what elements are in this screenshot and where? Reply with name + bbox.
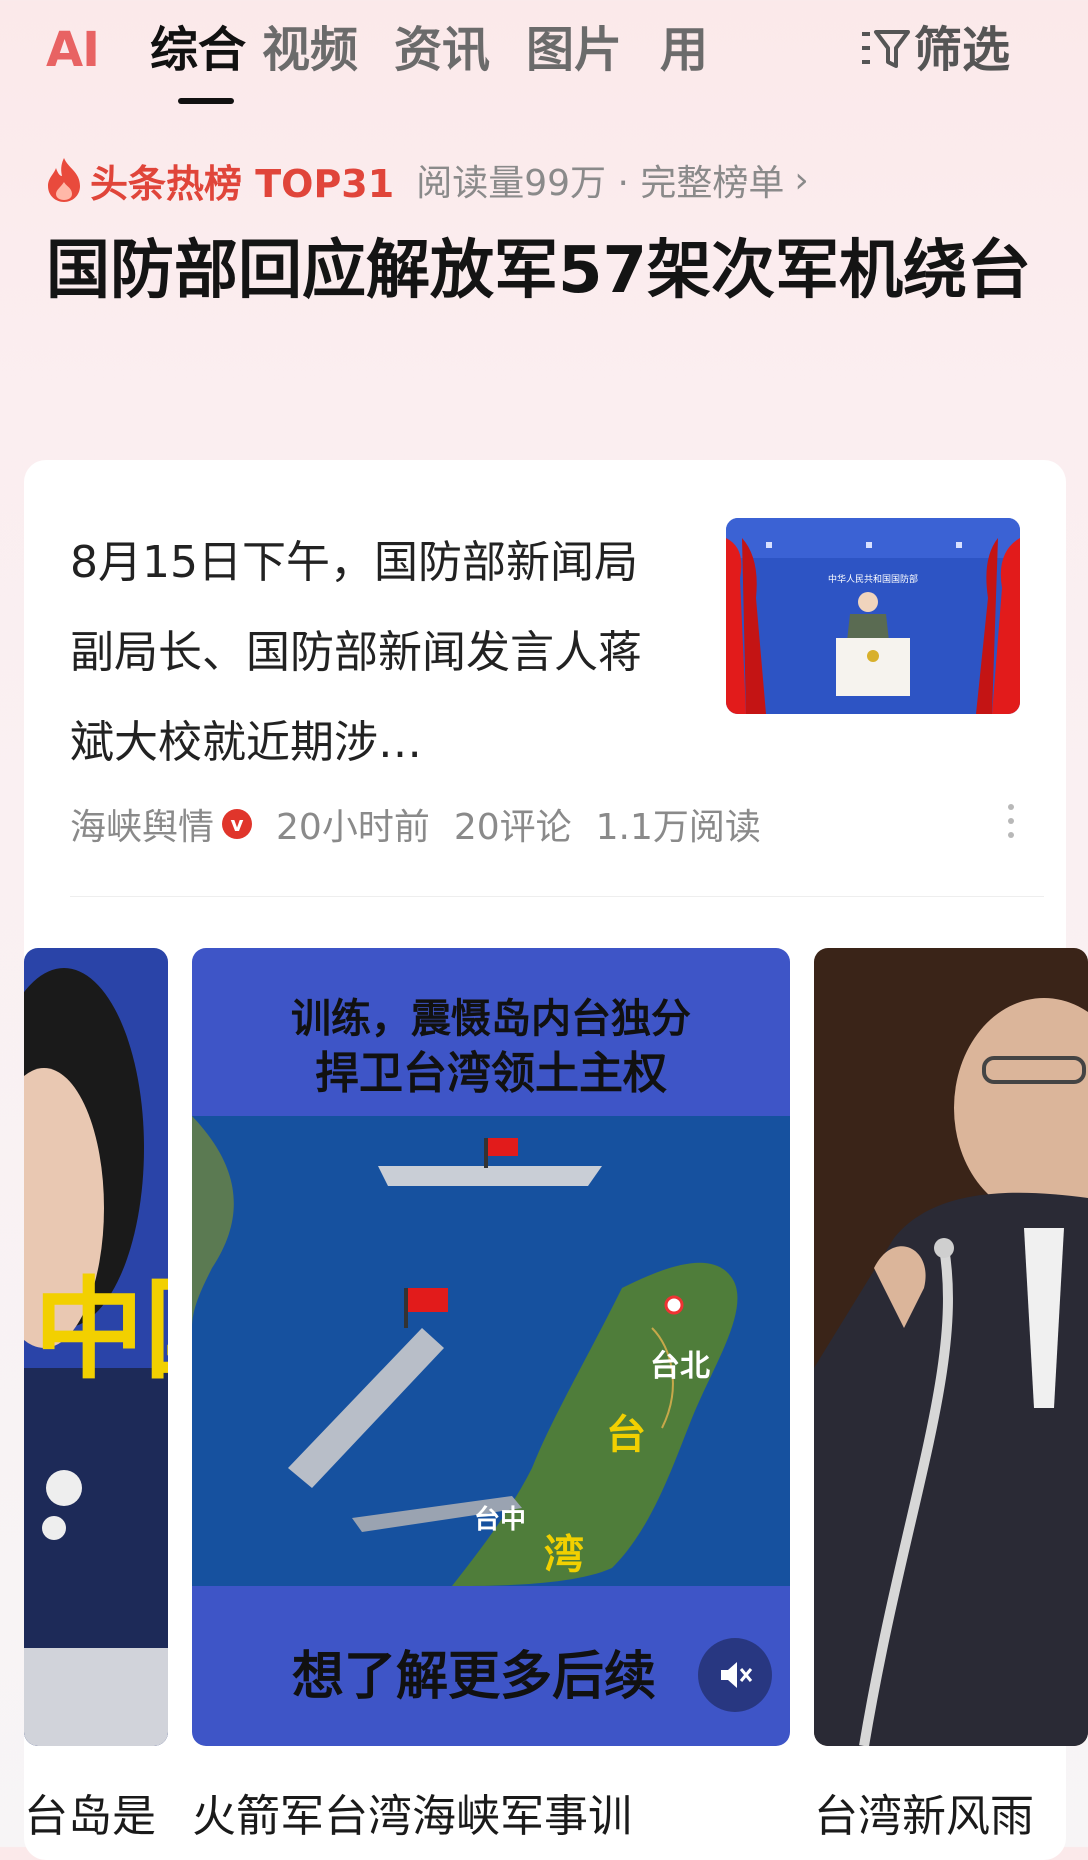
map-label-taipei: 台北 [650, 1349, 710, 1384]
tab-ai[interactable]: AI [46, 20, 100, 80]
map-label-taichung: 台中 [474, 1504, 526, 1535]
active-tab-indicator [178, 98, 234, 104]
tab-users[interactable]: 用 [660, 20, 708, 80]
hot-list-link[interactable]: 头条热榜 TOP31 阅读量99万 · 完整榜单 › [44, 150, 809, 210]
video-carousel: 中国 训练，震慑岛内台独分 捍卫台湾领土主权 台北 台 台中 [0, 948, 1088, 1748]
map-label-wan: 湾 [544, 1532, 584, 1578]
tab-video[interactable]: 视频 [262, 20, 358, 80]
video-card-1[interactable]: 中国 [24, 948, 168, 1746]
video-1-caption[interactable]: 台岛是 [24, 1780, 168, 1844]
map-label-tai: 台 [606, 1412, 646, 1458]
verified-badge-icon: v [222, 809, 253, 839]
video-thumbnail-3 [814, 948, 1088, 1746]
tab-news[interactable]: 资讯 [394, 20, 490, 80]
video-2-overlay-mid: 捍卫台湾领土主权 [315, 1048, 667, 1099]
filter-label: 筛选 [914, 22, 1011, 78]
article-reads: 1.1万阅读 [595, 807, 761, 848]
thumb-banner-text: 中华人民共和国国防部 [828, 573, 918, 585]
search-tabs: AI 综合 视频 资讯 图片 用 筛选 [0, 0, 1088, 110]
video-1-overlay: 中国 [34, 1266, 168, 1394]
article-comments: 20评论 [453, 807, 572, 848]
headline[interactable]: 国防部回应解放军57架次军机绕台 [46, 228, 1036, 314]
tab-comprehensive[interactable]: 综合 [150, 20, 246, 80]
filter-icon [862, 30, 910, 68]
video-thumbnail-1: 中国 [24, 948, 168, 1746]
video-card-3[interactable] [814, 948, 1088, 1746]
video-2-overlay-top: 训练，震慑岛内台独分 [291, 996, 691, 1042]
hot-list-title: 头条热榜 TOP31 [90, 161, 395, 206]
article-summary[interactable]: 8月15日下午，国防部新闻局副局长、国防部新闻发言人蒋斌大校就近期涉… [70, 518, 670, 788]
video-thumbnail-2: 训练，震慑岛内台独分 捍卫台湾领土主权 台北 台 台中 湾 想了解更多后续 [192, 948, 790, 1746]
flame-icon [48, 158, 80, 202]
tab-images[interactable]: 图片 [526, 20, 622, 80]
chevron-right-icon: › [794, 159, 809, 201]
speaker-muted-icon [721, 1662, 753, 1688]
article-time: 20小时前 [276, 807, 430, 848]
more-options-icon[interactable] [1008, 804, 1018, 846]
press-conference-image: 中华人民共和国国防部 [726, 518, 1020, 714]
article-source[interactable]: 海峡舆情 [70, 798, 214, 850]
video-2-overlay-bottom: 想了解更多后续 [292, 1647, 656, 1707]
article-meta: 海峡舆情 v 20小时前 20评论 1.1万阅读 [70, 798, 785, 850]
mute-button[interactable] [698, 1638, 772, 1712]
hot-list-meta: 阅读量99万 · 完整榜单 [416, 163, 785, 204]
article-thumbnail[interactable]: 中华人民共和国国防部 [726, 518, 1020, 714]
video-2-caption[interactable]: 火箭军台湾海峡军事训 [192, 1780, 632, 1844]
filter-button[interactable]: 筛选 [860, 20, 1010, 80]
video-3-caption[interactable]: 台湾新风雨 [814, 1780, 1088, 1844]
divider [70, 896, 1044, 897]
video-card-2[interactable]: 训练，震慑岛内台独分 捍卫台湾领土主权 台北 台 台中 湾 想了解更多后续 [192, 948, 790, 1746]
